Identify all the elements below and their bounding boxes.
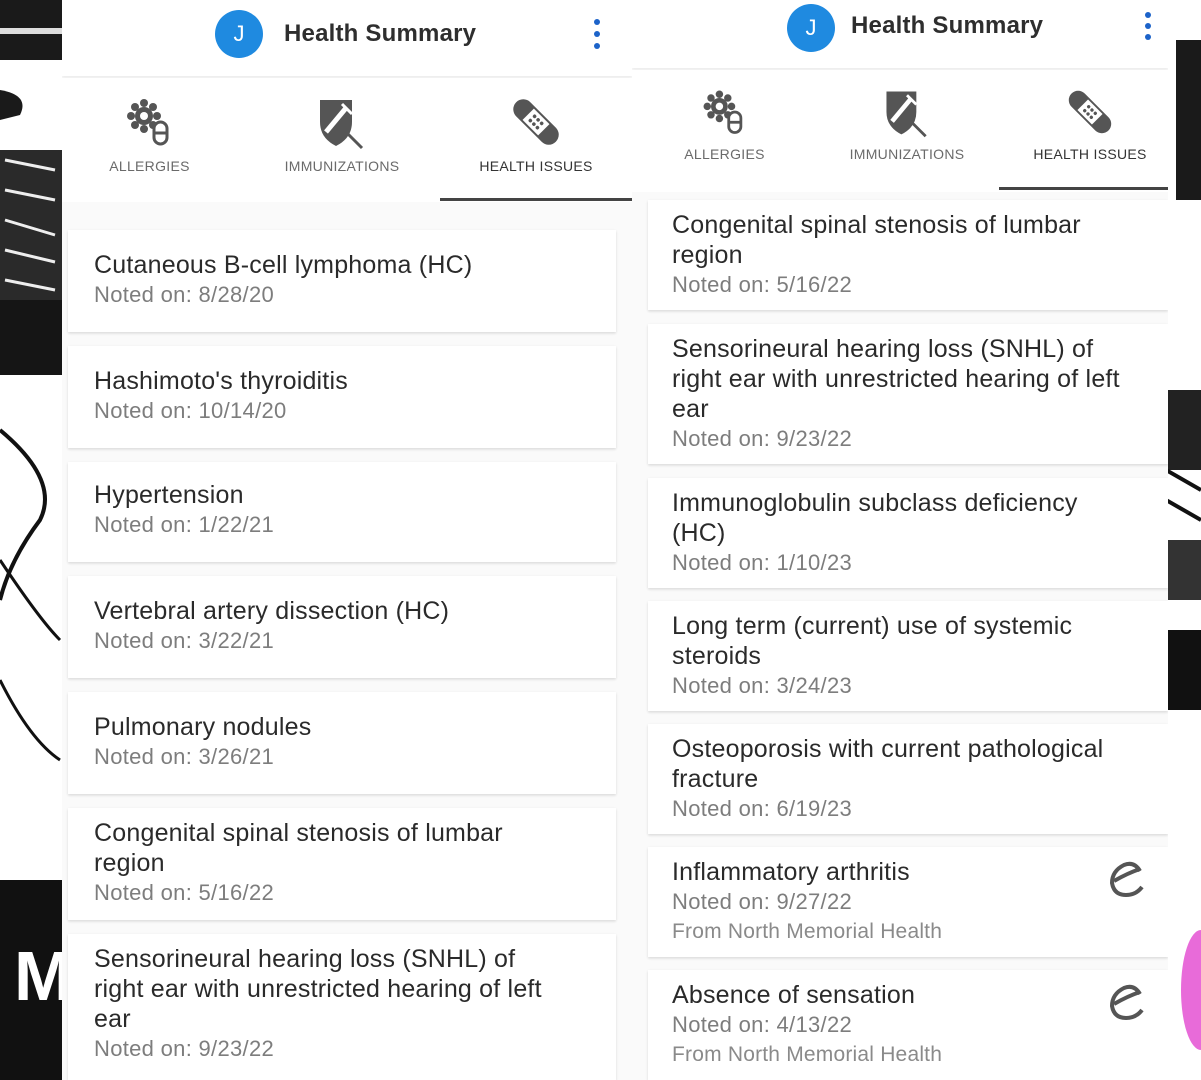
issue-card[interactable]: Congenital spinal stenosis of lumbar reg…: [68, 808, 616, 920]
issue-noted-date: Noted on: 4/13/22: [672, 1012, 853, 1037]
issue-noted-date: Noted on: 6/19/23: [672, 796, 853, 821]
issue-noted-date: Noted on: 1/10/23: [672, 550, 853, 575]
tab-health-issues[interactable]: HEALTH ISSUES: [1016, 70, 1164, 192]
tab-label: HEALTH ISSUES: [1033, 146, 1147, 162]
issue-name: Immunoglobulin subclass deficiency: [672, 489, 1078, 517]
app-title: Health Summary: [284, 20, 477, 47]
issue-name: Inflammatory arthritis: [672, 858, 910, 886]
issue-name: Hypertension: [94, 481, 244, 509]
tab-allergies[interactable]: ALLERGIES: [657, 70, 792, 192]
issue-noted-date: Noted on: 5/16/22: [94, 880, 275, 905]
issue-noted-date: Noted on: 9/23/22: [94, 1036, 275, 1061]
issue-card[interactable]: Osteoporosis with current pathological f…: [648, 724, 1168, 834]
tab-label: ALLERGIES: [684, 146, 765, 162]
issue-name: Congenital spinal stenosis of lumbar: [94, 819, 503, 847]
health-summary-screen-2: J Health Summary ALLERGIES IMMUNIZATIONS: [632, 0, 1168, 1080]
issue-noted-date: Noted on: 10/14/20: [94, 398, 287, 423]
syringe-shield-icon: [320, 100, 364, 150]
user-avatar[interactable]: J: [215, 10, 263, 58]
issue-name-continued: right ear with unrestricted hearing of l…: [94, 975, 542, 1003]
bandage-icon: [513, 99, 559, 145]
issue-card[interactable]: Immunoglobulin subclass deficiency (HC) …: [648, 478, 1168, 588]
issue-name-continued: region: [672, 241, 743, 269]
background-artwork-right: [1166, 0, 1201, 1080]
issue-noted-date: Noted on: 5/16/22: [672, 272, 853, 297]
issue-noted-date: Noted on: 1/22/21: [94, 512, 275, 537]
issue-name-continued: right ear with unrestricted hearing of l…: [672, 365, 1120, 393]
issue-name: Vertebral artery dissection (HC): [94, 597, 450, 625]
issue-card[interactable]: Cutaneous B-cell lymphoma (HC) Noted on:…: [68, 230, 616, 332]
issue-card[interactable]: Congenital spinal stenosis of lumbar reg…: [648, 200, 1168, 310]
issue-card[interactable]: Long term (current) use of systemic ster…: [648, 601, 1168, 711]
issue-card[interactable]: Inflammatory arthritis Noted on: 9/27/22…: [648, 847, 1168, 957]
tab-label: IMMUNIZATIONS: [284, 158, 400, 174]
allergies-icon: [126, 99, 168, 146]
issue-card[interactable]: Absence of sensation Noted on: 4/13/22 F…: [648, 970, 1168, 1080]
tab-label: IMMUNIZATIONS: [849, 146, 965, 162]
issue-name: Cutaneous B-cell lymphoma (HC): [94, 251, 473, 279]
tab-bar: ALLERGIES IMMUNIZATIONS HEALTH ISSUES: [632, 70, 1168, 192]
issue-name-continued: fracture: [672, 765, 759, 793]
issue-card[interactable]: Hashimoto's thyroiditis Noted on: 10/14/…: [68, 346, 616, 448]
active-tab-indicator: [999, 187, 1168, 190]
issue-name-continued: region: [94, 849, 165, 877]
issue-name: Sensorineural hearing loss (SNHL) of: [94, 945, 516, 973]
issue-name-continued: ear: [94, 1005, 131, 1033]
issue-name: Hashimoto's thyroiditis: [94, 367, 348, 395]
active-tab-indicator: [440, 198, 632, 201]
syringe-shield-icon: [886, 91, 927, 138]
issue-noted-date: Noted on: 3/22/21: [94, 628, 275, 653]
issue-noted-date: Noted on: 3/26/21: [94, 744, 275, 769]
bandage-icon: [1068, 90, 1112, 134]
issue-card[interactable]: Sensorineural hearing loss (SNHL) of rig…: [648, 324, 1168, 464]
tab-health-issues[interactable]: HEALTH ISSUES: [462, 78, 610, 202]
care-everywhere-icon: [1109, 861, 1144, 898]
issue-name: Long term (current) use of systemic: [672, 612, 1073, 640]
tab-immunizations[interactable]: IMMUNIZATIONS: [272, 78, 412, 202]
svg-text:M: M: [14, 937, 62, 1015]
issue-name: Osteoporosis with current pathological: [672, 735, 1104, 763]
issue-source: From North Memorial Health: [672, 1043, 943, 1066]
tab-bar: ALLERGIES IMMUNIZATIONS HEALTH ISSUES: [62, 78, 632, 202]
tab-label: ALLERGIES: [109, 158, 190, 174]
issue-card[interactable]: Pulmonary nodules Noted on: 3/26/21: [68, 692, 616, 794]
background-artwork-left: M: [0, 0, 62, 1080]
more-vert-icon[interactable]: [1140, 12, 1156, 40]
issue-noted-date: Noted on: 9/27/22: [672, 889, 853, 914]
tab-label: HEALTH ISSUES: [479, 158, 593, 174]
care-everywhere-icon: [1109, 984, 1144, 1021]
issue-card[interactable]: Sensorineural hearing loss (SNHL) of rig…: [68, 934, 616, 1080]
issue-name: Congenital spinal stenosis of lumbar: [672, 211, 1081, 239]
user-avatar[interactable]: J: [787, 4, 835, 52]
issue-noted-date: Noted on: 3/24/23: [672, 673, 853, 698]
issue-noted-date: Noted on: 9/23/22: [672, 426, 853, 451]
allergies-icon: [703, 90, 742, 134]
app-bar: J Health Summary: [632, 0, 1168, 68]
tab-immunizations[interactable]: IMMUNIZATIONS: [837, 70, 977, 192]
tab-allergies[interactable]: ALLERGIES: [82, 78, 217, 202]
issue-name-continued: ear: [672, 395, 709, 423]
issue-name: Absence of sensation: [672, 981, 916, 1009]
issue-card[interactable]: Vertebral artery dissection (HC) Noted o…: [68, 576, 616, 678]
issue-name-continued: (HC): [672, 519, 726, 547]
issue-noted-date: Noted on: 8/28/20: [94, 282, 275, 307]
issue-source: From North Memorial Health: [672, 920, 943, 943]
app-title: Health Summary: [851, 12, 1044, 39]
more-vert-icon[interactable]: [589, 19, 605, 49]
app-bar: J Health Summary: [62, 0, 632, 76]
issue-name: Pulmonary nodules: [94, 713, 312, 741]
issue-card[interactable]: Hypertension Noted on: 1/22/21: [68, 462, 616, 562]
health-summary-screen-1: J Health Summary ALLERGIES IMMUNIZATIONS: [62, 0, 632, 1080]
issue-name: Sensorineural hearing loss (SNHL) of: [672, 335, 1094, 363]
issue-name-continued: steroids: [672, 642, 762, 670]
